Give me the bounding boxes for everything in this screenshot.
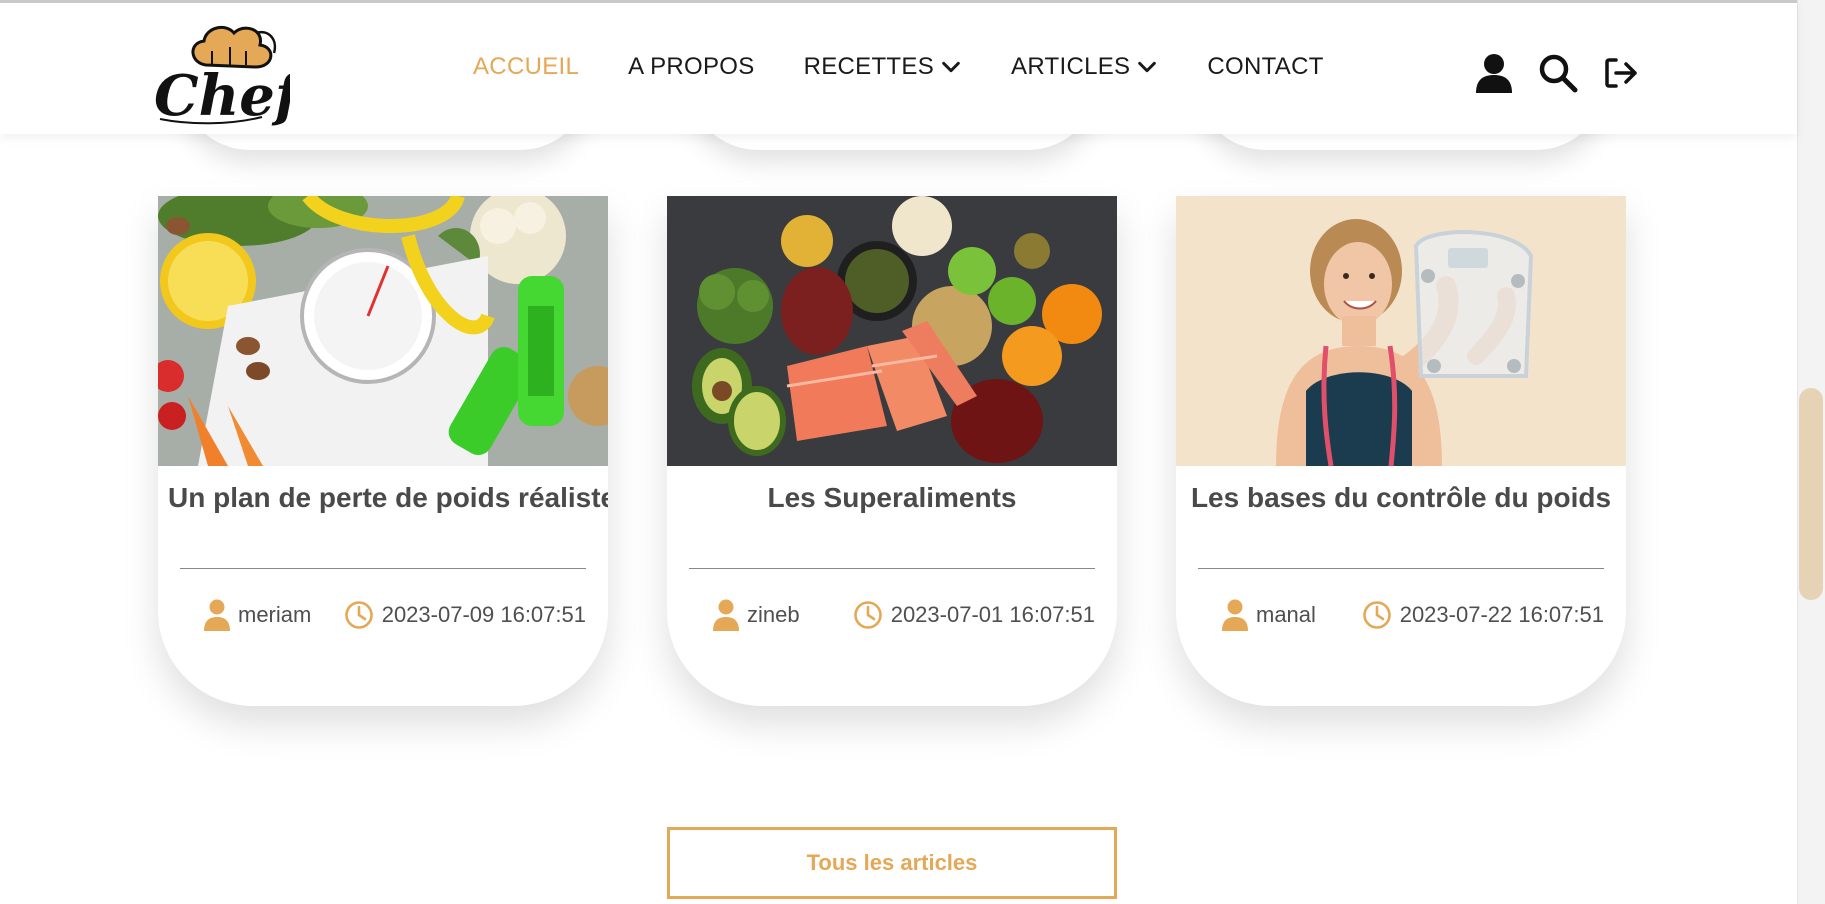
- article-author: meriam: [204, 599, 311, 631]
- page: Chef ACCUEIL A PROPOS RECETTES ARTICLES: [0, 0, 1825, 904]
- logout-icon[interactable]: [1604, 57, 1638, 89]
- author-name: manal: [1256, 602, 1316, 627]
- all-articles-button[interactable]: Tous les articles: [667, 827, 1117, 899]
- card-divider: [1198, 568, 1604, 569]
- nav-item-label: A PROPOS: [628, 53, 755, 80]
- date-text: 2023-07-09 16:07:51: [381, 602, 586, 627]
- author-name: zineb: [747, 602, 800, 627]
- card-divider: [689, 568, 1095, 569]
- header-actions: [1476, 53, 1638, 93]
- article-image-weight-control[interactable]: [1176, 196, 1626, 466]
- clock-icon: [344, 601, 373, 629]
- chef-logo[interactable]: Chef: [150, 15, 308, 131]
- date-text: 2023-07-01 16:07:51: [890, 602, 1095, 627]
- date-text: 2023-07-22 16:07:51: [1399, 602, 1604, 627]
- user-icon: [1222, 599, 1248, 631]
- user-icon: [713, 599, 739, 631]
- article-image-weight-loss[interactable]: [158, 196, 608, 466]
- nav-item-label: ARTICLES: [1011, 53, 1131, 80]
- article-title[interactable]: Les bases du contrôle du poids: [1176, 482, 1626, 514]
- logo-lettering: Chef: [154, 63, 290, 129]
- article-date: 2023-07-22 16:07:51: [1362, 600, 1604, 630]
- nav-item-label: RECETTES: [803, 53, 935, 80]
- article-date: 2023-07-09 16:07:51: [344, 600, 586, 630]
- nav-item-recettes[interactable]: RECETTES: [804, 53, 962, 81]
- article-image-superfoods[interactable]: [667, 196, 1117, 466]
- scrollbar[interactable]: [1797, 0, 1825, 904]
- nav-item-accueil[interactable]: ACCUEIL: [473, 53, 579, 81]
- chevron-down-icon: [1138, 61, 1157, 73]
- user-icon[interactable]: [1476, 53, 1512, 93]
- main-nav: ACCUEIL A PROPOS RECETTES ARTICLES CONTA…: [473, 53, 1324, 81]
- article-card[interactable]: Un plan de perte de poids réaliste meria…: [158, 196, 608, 706]
- nav-item-a-propos[interactable]: A PROPOS: [628, 53, 754, 81]
- nav-item-label: CONTACT: [1207, 53, 1324, 80]
- article-title[interactable]: Un plan de perte de poids réaliste: [158, 482, 608, 514]
- article-meta: manal 2023-07-22 16:07:51: [1176, 599, 1626, 631]
- clock-icon: [1362, 601, 1391, 629]
- article-author: zineb: [713, 599, 800, 631]
- chevron-down-icon: [942, 61, 960, 73]
- nav-item-articles[interactable]: ARTICLES: [1011, 53, 1158, 81]
- article-date: 2023-07-01 16:07:51: [853, 600, 1095, 630]
- scrollbar-thumb[interactable]: [1799, 388, 1823, 600]
- search-icon[interactable]: [1538, 53, 1578, 93]
- author-name: meriam: [238, 602, 312, 627]
- article-author: manal: [1222, 599, 1316, 631]
- clock-icon: [853, 601, 882, 629]
- article-meta: zineb 2023-07-01 16:07:51: [667, 599, 1117, 631]
- article-title[interactable]: Les Superaliments: [667, 482, 1117, 514]
- article-card[interactable]: Les Superaliments zineb 2023-07-01 16:07…: [667, 196, 1117, 706]
- article-card[interactable]: Les bases du contrôle du poids manal 202…: [1176, 196, 1626, 706]
- nav-item-label: ACCUEIL: [473, 53, 580, 80]
- card-divider: [180, 568, 586, 569]
- site-header: Chef ACCUEIL A PROPOS RECETTES ARTICLES: [0, 0, 1797, 134]
- nav-item-contact[interactable]: CONTACT: [1207, 53, 1323, 81]
- user-icon: [204, 599, 230, 631]
- article-meta: meriam 2023-07-09 16:07:51: [158, 599, 608, 631]
